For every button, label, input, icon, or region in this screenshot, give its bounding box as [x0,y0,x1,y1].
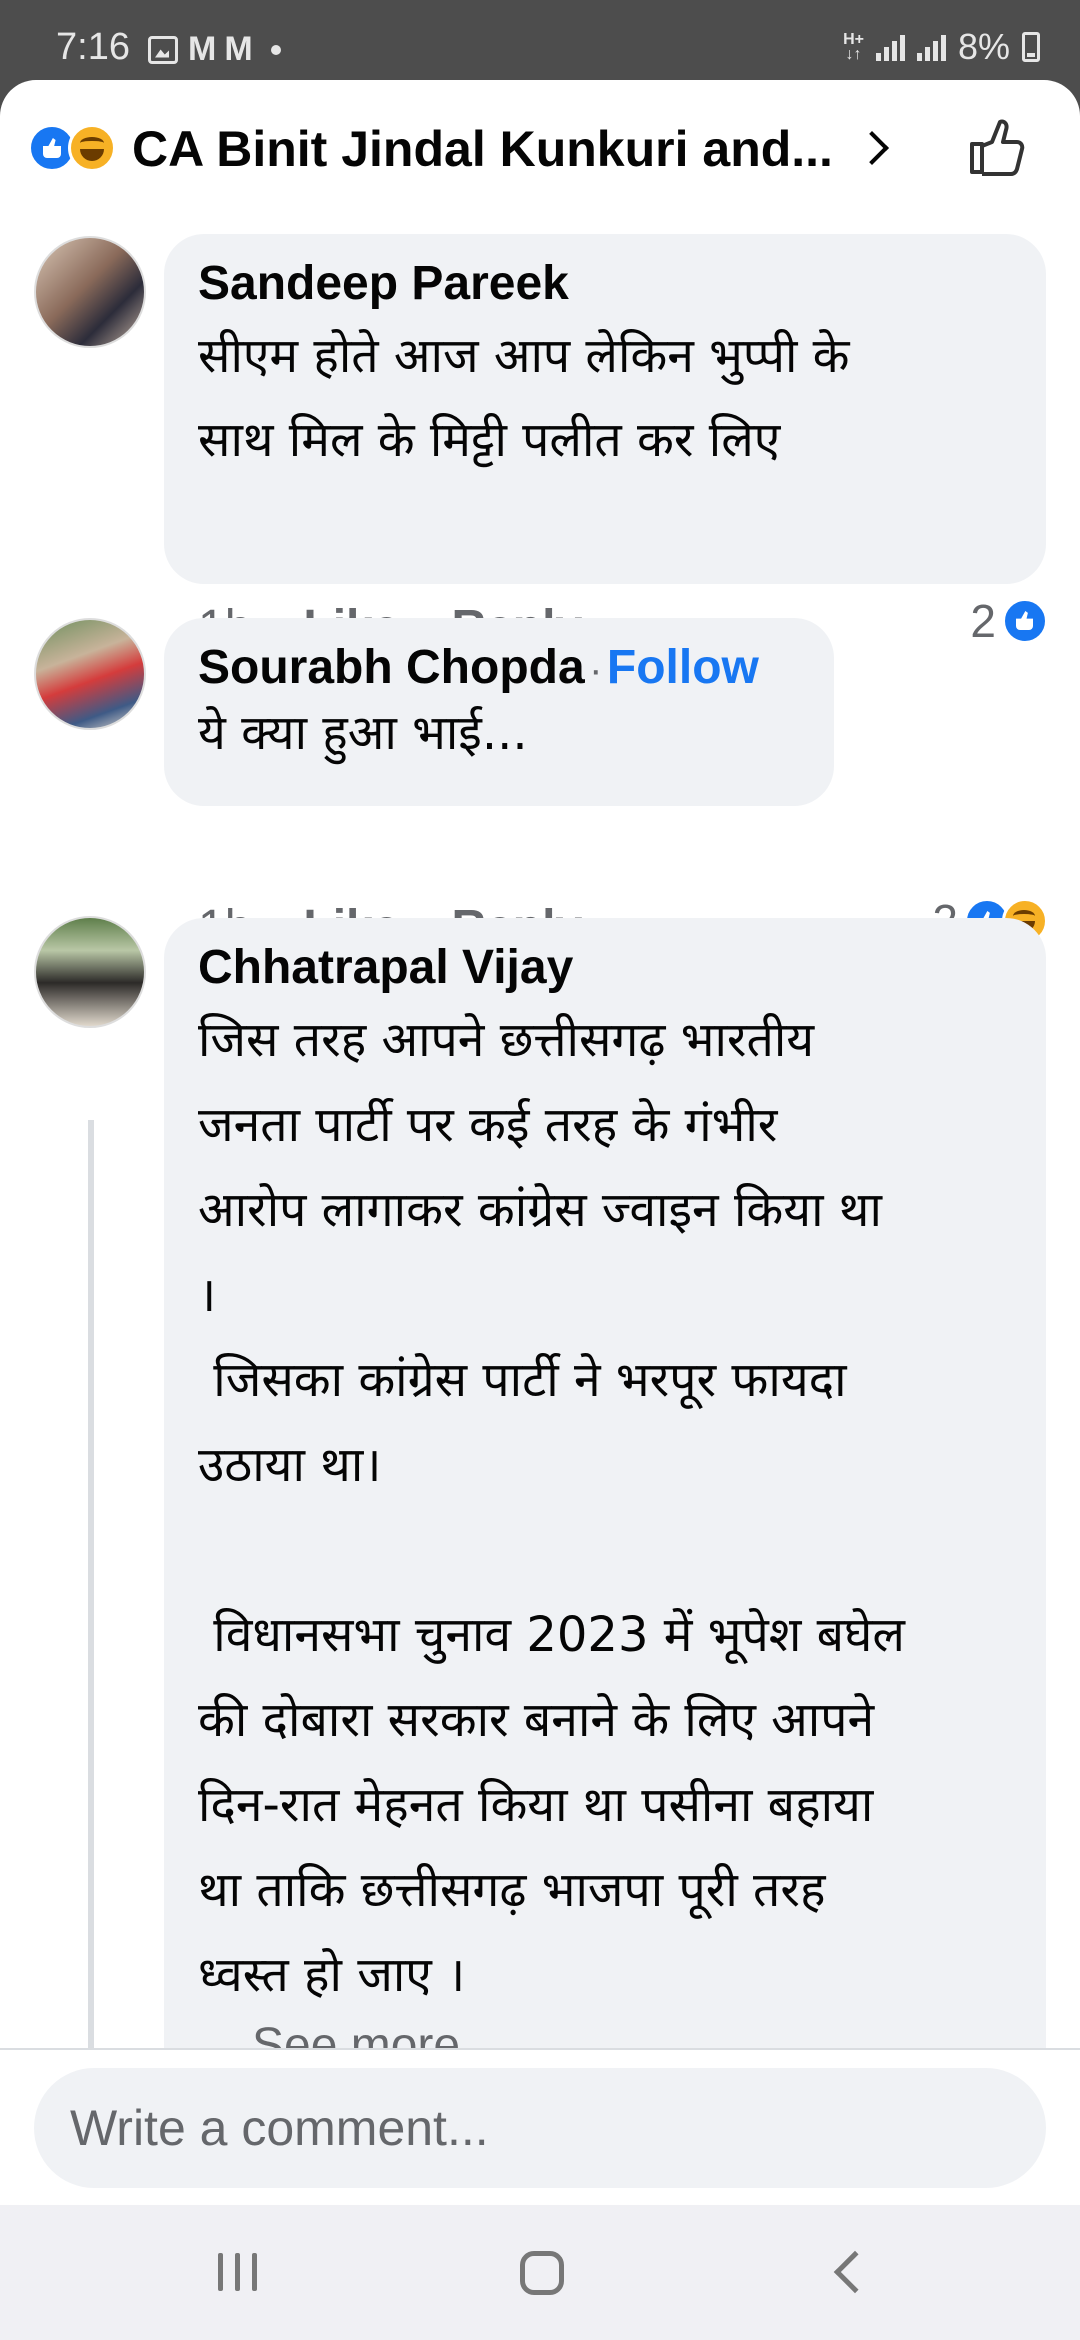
signal-icon [875,33,905,61]
signal-icon [916,33,946,61]
comment-text: जिस तरह आपने छत्तीसगढ़ भारतीय जनता पार्ट… [198,1012,905,2003]
comment-author[interactable]: Chhatrapal Vijay [198,938,573,998]
system-nav-bar [0,2205,1080,2340]
thumbs-up-outline-icon[interactable] [966,118,1026,178]
like-reaction-icon [1002,598,1048,644]
home-button[interactable] [520,2251,564,2295]
reaction-count[interactable]: 2 [970,594,1048,648]
status-right: H+ ↓↑ 8% [843,26,1040,68]
comments-sheet: CA Binit Jindal Kunkuri and... Sandeep P… [0,80,1080,2205]
follow-button[interactable]: Follow [607,641,759,694]
status-bar: 7:16 M M H+ ↓↑ 8% [0,0,1080,80]
reaction-count-number: 2 [970,595,996,647]
comment-bubble: Chhatrapal Vijay जिस तरह आपने छत्तीसगढ़ … [164,918,1046,2205]
network-type-icon: H+ ↓↑ [843,31,864,63]
comment-input[interactable] [34,2068,1046,2188]
comment-text: ये क्या हुआ भाई... [198,705,528,761]
comment-author[interactable]: Sourabh Chopda [198,638,585,698]
notification-icons: M M [148,30,281,69]
comment-author[interactable]: Sandeep Pareek [198,254,569,314]
gmail-icon: M [188,30,216,68]
battery-icon [1022,32,1040,62]
chevron-right-icon[interactable] [855,131,889,165]
separator-dot: · [589,648,603,692]
avatar[interactable] [34,236,146,348]
back-button[interactable] [833,2250,877,2294]
avatar[interactable] [34,916,146,1028]
comment-bubble: Sandeep Pareek सीएम होते आज आप लेकिन भुप… [164,234,1046,584]
reactors-title[interactable]: CA Binit Jindal Kunkuri and... [132,120,833,178]
gallery-icon [148,35,178,64]
comment-bubble: Sourabh Chopda · Follow ये क्या हुआ भाई.… [164,618,834,806]
comment-text: सीएम होते आज आप लेकिन भुप्पी के साथ मिल … [198,328,850,468]
comments-header[interactable]: CA Binit Jindal Kunkuri and... [0,80,1080,220]
status-time: 7:16 [56,26,130,68]
reply-thread-line [88,1120,94,2120]
haha-reaction-icon [68,124,116,172]
comment-composer [0,2048,1080,2205]
dot-icon [270,44,281,55]
gmail-icon: M [224,30,252,68]
reaction-summary[interactable] [28,124,124,176]
recent-apps-button[interactable] [218,2253,257,2291]
battery-percent: 8% [957,26,1010,67]
avatar[interactable] [34,618,146,730]
